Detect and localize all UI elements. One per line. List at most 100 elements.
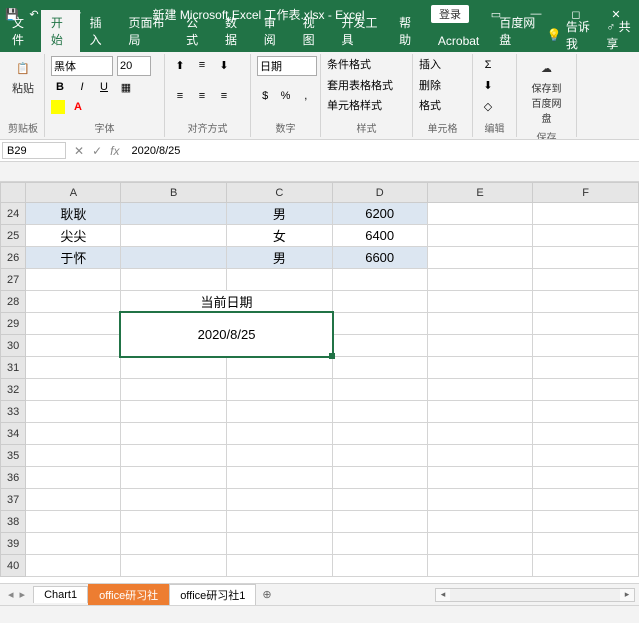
cell[interactable]: [427, 269, 533, 291]
cell[interactable]: [533, 335, 639, 357]
cell[interactable]: [332, 357, 427, 379]
cell-style-button[interactable]: 单元格样式: [327, 97, 406, 113]
cell[interactable]: 6400: [332, 225, 427, 247]
cell[interactable]: [121, 203, 227, 225]
cell[interactable]: [332, 335, 427, 357]
cell[interactable]: [26, 423, 121, 445]
align-right-icon[interactable]: ≡: [215, 87, 233, 105]
cell[interactable]: [533, 313, 639, 335]
add-sheet-button[interactable]: ⊕: [256, 588, 277, 601]
row-header[interactable]: 29: [1, 313, 26, 335]
cell[interactable]: [121, 357, 227, 379]
currency-icon[interactable]: $: [257, 87, 273, 105]
tab-review[interactable]: 审阅: [254, 10, 293, 52]
cell[interactable]: [227, 555, 333, 577]
baidu-save-button[interactable]: ☁ 保存到百度网盘: [523, 56, 570, 127]
cell[interactable]: [427, 533, 533, 555]
cell[interactable]: 耿耿: [26, 203, 121, 225]
col-header[interactable]: F: [533, 183, 639, 203]
merged-cell-date[interactable]: 2020/8/25: [121, 313, 332, 357]
col-header[interactable]: A: [26, 183, 121, 203]
table-format-button[interactable]: 套用表格格式: [327, 77, 406, 93]
row-header[interactable]: 31: [1, 357, 26, 379]
cell[interactable]: [533, 401, 639, 423]
cell[interactable]: [227, 357, 333, 379]
row-header[interactable]: 35: [1, 445, 26, 467]
cell[interactable]: [26, 335, 121, 357]
row-header[interactable]: 27: [1, 269, 26, 291]
cell[interactable]: [121, 489, 227, 511]
conditional-format-button[interactable]: 条件格式: [327, 56, 406, 72]
row-header[interactable]: 37: [1, 489, 26, 511]
align-top-icon[interactable]: ⬆: [171, 56, 189, 74]
tab-developer[interactable]: 开发工具: [331, 10, 389, 52]
cell[interactable]: [332, 489, 427, 511]
horizontal-scrollbar[interactable]: ◂ ▸: [435, 588, 635, 602]
cell[interactable]: [427, 247, 533, 269]
cell[interactable]: [332, 401, 427, 423]
cell[interactable]: [26, 379, 121, 401]
cell[interactable]: [26, 291, 121, 313]
align-bottom-icon[interactable]: ⬇: [215, 56, 233, 74]
cell[interactable]: 6600: [332, 247, 427, 269]
cell[interactable]: [332, 379, 427, 401]
cell[interactable]: [533, 203, 639, 225]
cell[interactable]: [121, 225, 227, 247]
cell[interactable]: [227, 445, 333, 467]
cell[interactable]: [332, 445, 427, 467]
underline-button[interactable]: U: [95, 78, 113, 96]
row-header[interactable]: 26: [1, 247, 26, 269]
row-header[interactable]: 30: [1, 335, 26, 357]
cell[interactable]: [26, 555, 121, 577]
cell[interactable]: 尖尖: [26, 225, 121, 247]
cell[interactable]: [533, 247, 639, 269]
cell[interactable]: [121, 247, 227, 269]
row-header[interactable]: 39: [1, 533, 26, 555]
cell[interactable]: [227, 467, 333, 489]
cell[interactable]: [26, 357, 121, 379]
cell[interactable]: [332, 467, 427, 489]
cell[interactable]: [332, 423, 427, 445]
cell[interactable]: [533, 489, 639, 511]
sheet[interactable]: A B C D E F 24 耿耿 男 6200 25 尖尖 女 6400 26…: [0, 182, 639, 583]
cell[interactable]: [121, 423, 227, 445]
cell[interactable]: [227, 269, 333, 291]
cell[interactable]: [227, 489, 333, 511]
cell[interactable]: [533, 269, 639, 291]
font-size-select[interactable]: [117, 56, 151, 76]
col-header[interactable]: C: [227, 183, 333, 203]
cell[interactable]: [121, 555, 227, 577]
cell[interactable]: [332, 269, 427, 291]
cell[interactable]: [533, 511, 639, 533]
cell[interactable]: [227, 379, 333, 401]
clear-icon[interactable]: ◇: [479, 97, 497, 115]
cell[interactable]: [533, 555, 639, 577]
autosum-icon[interactable]: Σ: [479, 56, 497, 74]
sheet-tab-active[interactable]: office研习社: [88, 584, 169, 605]
cell[interactable]: 男: [227, 247, 333, 269]
cell[interactable]: [533, 357, 639, 379]
row-header[interactable]: 36: [1, 467, 26, 489]
cell[interactable]: [427, 313, 533, 335]
cell[interactable]: [533, 423, 639, 445]
cell[interactable]: [427, 357, 533, 379]
cell[interactable]: [533, 291, 639, 313]
tab-baidu[interactable]: 百度网盘: [489, 10, 547, 52]
share-button[interactable]: ♂ 共享: [606, 18, 631, 52]
cell[interactable]: [26, 269, 121, 291]
align-middle-icon[interactable]: ≡: [193, 56, 211, 74]
row-header[interactable]: 40: [1, 555, 26, 577]
cell[interactable]: [26, 313, 121, 335]
tab-data[interactable]: 数据: [215, 10, 254, 52]
cell[interactable]: [121, 511, 227, 533]
scroll-left-icon[interactable]: ◂: [436, 589, 450, 600]
fill-color-button[interactable]: [51, 100, 65, 114]
cell[interactable]: [427, 335, 533, 357]
cell[interactable]: [26, 489, 121, 511]
align-center-icon[interactable]: ≡: [193, 87, 211, 105]
enter-icon[interactable]: ✓: [92, 144, 102, 158]
col-header[interactable]: B: [121, 183, 227, 203]
cell[interactable]: [332, 313, 427, 335]
scroll-right-icon[interactable]: ▸: [620, 589, 634, 600]
cell[interactable]: [427, 511, 533, 533]
